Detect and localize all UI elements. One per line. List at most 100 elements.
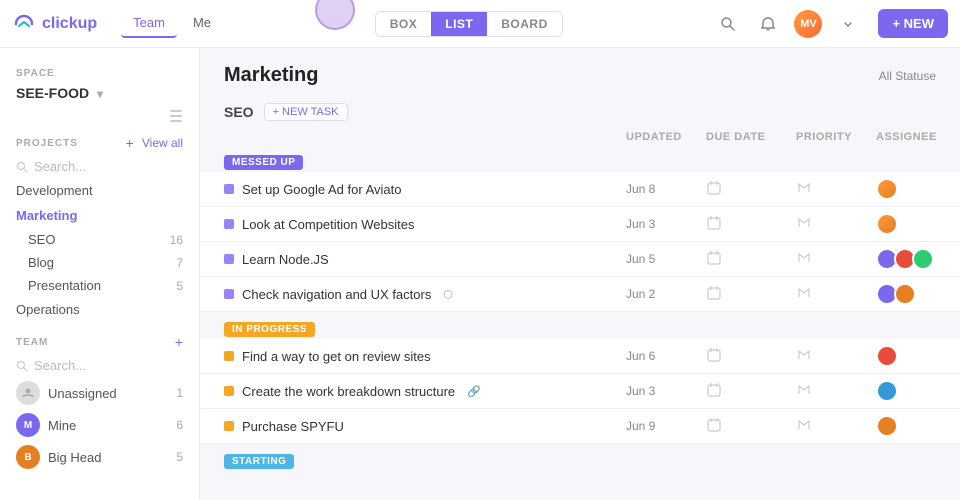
messed-up-badge: MESSED UP (224, 155, 303, 170)
table-row[interactable]: Purchase SPYFU Jun 9 (200, 409, 960, 444)
sidebar-item-marketing[interactable]: Marketing (0, 203, 199, 228)
table-row[interactable]: Check navigation and UX factors ⬡ Jun 2 (200, 277, 960, 312)
add-team-icon[interactable]: + (175, 334, 183, 350)
in-progress-section: IN PROGRESS (200, 312, 960, 339)
space-name: SEE-FOOD ▾ (0, 83, 199, 109)
topbar: clickup Team Me BOX LIST BOARD MV (0, 0, 960, 48)
assignee-avatar (912, 248, 934, 270)
calendar-icon (706, 285, 722, 301)
view-tab-box[interactable]: BOX (376, 12, 432, 36)
bighead-avatar: B (16, 445, 40, 469)
task-assignee (876, 283, 936, 305)
status-filter[interactable]: All Statuse (879, 69, 936, 83)
table-row[interactable]: Find a way to get on review sites Jun 6 (200, 339, 960, 374)
task-assignee (876, 415, 936, 437)
task-assignee (876, 213, 936, 235)
assignee-avatar (876, 380, 898, 402)
table-header: UPDATED DUE DATE PRIORITY ASSIGNEE (200, 127, 960, 147)
projects-header: PROJECTS + View all (0, 127, 199, 155)
view-tab-list[interactable]: LIST (431, 12, 487, 36)
main-header: Marketing All Statuse (200, 48, 960, 95)
task-dot (224, 219, 234, 229)
sidebar-item-presentation[interactable]: Presentation 5 (0, 274, 199, 297)
calendar-icon (706, 250, 722, 266)
calendar-icon (706, 417, 722, 433)
team-member-mine[interactable]: M Mine 6 (0, 409, 199, 441)
logo-text: clickup (42, 15, 97, 33)
assignee-avatar (876, 213, 898, 235)
mine-avatar: M (16, 413, 40, 437)
assignee-avatar (894, 283, 916, 305)
seo-title: SEO (224, 104, 254, 120)
user-avatar[interactable]: MV (794, 10, 822, 38)
starting-badge: STARTING (224, 454, 294, 469)
assignee-avatar (876, 178, 898, 200)
priority-icon (796, 347, 812, 363)
starting-section: STARTING (200, 444, 960, 471)
task-assignee (876, 380, 936, 402)
task-dot (224, 351, 234, 361)
table-row[interactable]: Look at Competition Websites Jun 3 (200, 207, 960, 242)
view-tab-board[interactable]: BOARD (487, 12, 562, 36)
sidebar-search-placeholder: Search... (34, 159, 86, 174)
page-title: Marketing (224, 64, 318, 87)
sidebar-item-blog[interactable]: Blog 7 (0, 251, 199, 274)
task-dot (224, 184, 234, 194)
search-icon[interactable] (714, 10, 742, 38)
priority-icon (796, 180, 812, 196)
notification-icon[interactable] (754, 10, 782, 38)
task-meta: ⬡ (443, 288, 453, 301)
priority-icon (796, 250, 812, 266)
task-dot (224, 289, 234, 299)
task-dot (224, 386, 234, 396)
task-assignee (876, 345, 936, 367)
sidebar-search[interactable]: Search... (0, 155, 199, 178)
table-row[interactable]: Create the work breakdown structure 🔗 Ju… (200, 374, 960, 409)
calendar-icon (706, 180, 722, 196)
seo-header: SEO + NEW TASK (200, 95, 960, 127)
main-content: Marketing All Statuse SEO + NEW TASK UPD… (200, 48, 960, 500)
team-member-unassigned[interactable]: Unassigned 1 (0, 377, 199, 409)
task-assignee (876, 178, 936, 200)
priority-icon (796, 215, 812, 231)
nav-tabs: Team Me (121, 9, 223, 38)
new-button[interactable]: + NEW (878, 9, 948, 38)
assignee-avatar (876, 345, 898, 367)
team-member-bighead[interactable]: B Big Head 5 (0, 441, 199, 473)
space-label: SPACE (0, 60, 199, 83)
nav-tab-team[interactable]: Team (121, 9, 177, 38)
in-progress-badge: IN PROGRESS (224, 322, 315, 337)
priority-icon (796, 417, 812, 433)
content-area: SPACE SEE-FOOD ▾ PROJECTS + View all Sea… (0, 48, 960, 500)
calendar-icon (706, 215, 722, 231)
sidebar-search-icon (16, 161, 28, 173)
messed-up-section: MESSED UP (200, 147, 960, 172)
sidebar: SPACE SEE-FOOD ▾ PROJECTS + View all Sea… (0, 48, 200, 500)
chevron-down-icon[interactable] (834, 10, 862, 38)
team-search[interactable]: Search... (0, 354, 199, 377)
priority-icon (796, 382, 812, 398)
sidebar-item-development[interactable]: Development (0, 178, 199, 203)
table-row[interactable]: Set up Google Ad for Aviato Jun 8 (200, 172, 960, 207)
nav-tab-me[interactable]: Me (181, 9, 223, 38)
unassigned-avatar (16, 381, 40, 405)
new-task-button[interactable]: + NEW TASK (264, 103, 348, 121)
team-search-icon (16, 360, 28, 372)
view-all-link[interactable]: View all (142, 136, 183, 150)
sidebar-item-operations[interactable]: Operations (0, 297, 199, 322)
calendar-icon (706, 347, 722, 363)
priority-icon (796, 285, 812, 301)
task-dot (224, 254, 234, 264)
add-project-icon[interactable]: + (126, 135, 134, 151)
topbar-icons: MV (714, 10, 862, 38)
task-dot (224, 421, 234, 431)
sidebar-item-seo[interactable]: SEO 16 (0, 228, 199, 251)
app: clickup Team Me BOX LIST BOARD MV (0, 0, 960, 500)
logo[interactable]: clickup (12, 12, 97, 36)
sidebar-settings-icon[interactable] (169, 109, 183, 123)
task-meta: 🔗 (467, 385, 481, 398)
task-assignee (876, 248, 936, 270)
calendar-icon (706, 382, 722, 398)
team-header: TEAM + (0, 322, 199, 354)
table-row[interactable]: Learn Node.JS Jun 5 (200, 242, 960, 277)
